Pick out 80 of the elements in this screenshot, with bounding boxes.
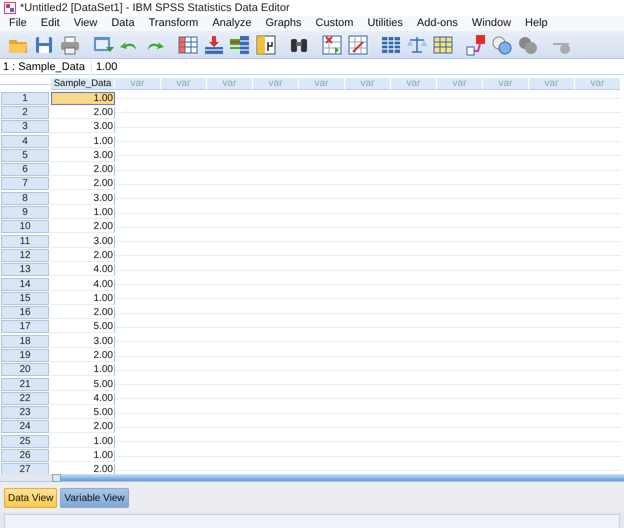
menu-item[interactable]: Graphs <box>258 17 309 30</box>
row-number[interactable]: 5 <box>1 148 49 162</box>
table-cell[interactable]: 2.00 <box>51 221 115 234</box>
spreadsheet-icon[interactable] <box>432 34 454 56</box>
table-cell[interactable]: 2.00 <box>51 307 115 320</box>
table-cell[interactable]: 1.00 <box>51 450 115 462</box>
menu-item[interactable]: Custom <box>308 17 360 30</box>
row-number[interactable]: 15 <box>1 292 49 305</box>
circles-icon[interactable] <box>491 34 513 56</box>
row-number[interactable]: 19 <box>1 349 49 362</box>
menu-item[interactable]: Utilities <box>360 17 410 30</box>
row-number[interactable]: 26 <box>1 449 49 462</box>
row-number[interactable]: 17 <box>1 320 49 334</box>
insert-case-icon[interactable] <box>321 34 343 56</box>
table-cell[interactable]: 1.00 <box>51 136 115 148</box>
table-cell[interactable]: 3.00 <box>51 150 115 162</box>
row-number[interactable]: 10 <box>1 220 49 234</box>
column-header[interactable]: Sample_Data <box>51 78 115 90</box>
table-cell[interactable]: 5.00 <box>51 407 115 420</box>
table-cell[interactable]: 1.00 <box>51 364 115 376</box>
mu-table-icon[interactable] <box>255 34 277 56</box>
menu-item[interactable]: View <box>66 17 104 30</box>
menu-item[interactable]: Edit <box>34 17 67 30</box>
row-number[interactable]: 6 <box>1 163 49 176</box>
menu-item[interactable]: Help <box>518 17 555 30</box>
table-cell[interactable]: 2.00 <box>51 164 115 176</box>
table-cell[interactable]: 1.00 <box>51 436 115 448</box>
row-number[interactable]: 8 <box>1 192 49 205</box>
row-number[interactable]: 21 <box>1 378 49 391</box>
row-number[interactable]: 14 <box>1 278 49 291</box>
menu-item[interactable]: Transform <box>142 17 206 30</box>
table-cell[interactable]: 2.00 <box>51 421 115 434</box>
row-number[interactable]: 27 <box>1 463 49 474</box>
row-number[interactable]: 24 <box>1 420 49 434</box>
cell-value-field[interactable]: 1.00 <box>92 60 118 73</box>
table-cell[interactable]: 3.00 <box>51 121 115 134</box>
menu-item[interactable]: Analyze <box>205 17 258 30</box>
row-number[interactable]: 2 <box>1 106 49 119</box>
row-number[interactable]: 22 <box>1 392 49 405</box>
row-number[interactable]: 1 <box>1 92 49 105</box>
menu-item[interactable]: Add-ons <box>410 17 465 30</box>
table-cell[interactable]: 5.00 <box>51 378 115 391</box>
table-cell[interactable]: 3.00 <box>51 336 115 348</box>
table-cell[interactable]: 4.00 <box>51 278 115 291</box>
menu-item[interactable]: Data <box>104 17 142 30</box>
table-cell[interactable]: 2.00 <box>51 106 115 119</box>
row-number[interactable]: 13 <box>1 263 49 276</box>
view-tab[interactable]: Data View <box>4 488 58 508</box>
table-cell[interactable]: 1.00 <box>51 292 115 305</box>
row-number[interactable]: 20 <box>1 363 49 376</box>
row-number[interactable]: 25 <box>1 434 49 448</box>
menu-item[interactable]: Window <box>464 17 518 30</box>
table-cell[interactable]: 2.00 <box>51 350 115 362</box>
row-number[interactable]: 18 <box>1 334 49 348</box>
row-number[interactable]: 16 <box>1 306 49 320</box>
menu-item[interactable]: File <box>2 17 34 30</box>
row-number[interactable]: 7 <box>1 177 49 190</box>
row-number[interactable]: 23 <box>1 406 49 420</box>
table-cell[interactable]: 1.00 <box>51 207 115 220</box>
table-cell[interactable]: 4.00 <box>51 264 115 276</box>
cell-name-field[interactable]: 1 : Sample_Data <box>0 60 92 73</box>
view-tab[interactable]: Variable View <box>60 488 129 508</box>
variables-icon[interactable] <box>229 34 251 56</box>
table-cell[interactable]: 3.00 <box>51 192 115 205</box>
printer-icon[interactable] <box>59 34 81 56</box>
row-number[interactable]: 12 <box>1 248 49 262</box>
table-cell[interactable]: 4.00 <box>51 392 115 405</box>
row-number[interactable]: 4 <box>1 134 49 148</box>
row-number[interactable]: 9 <box>1 206 49 220</box>
row-number[interactable]: 11 <box>1 234 49 248</box>
download-table-icon[interactable] <box>203 34 225 56</box>
table-cell[interactable]: 2.00 <box>51 178 115 190</box>
table-cell[interactable]: 2.00 <box>51 250 115 262</box>
value-labels-icon[interactable] <box>465 34 487 56</box>
window-title: *Untitled2 [DataSet1] - IBM SPSS Statistics Data Editor <box>20 2 290 14</box>
row-number[interactable]: 3 <box>1 120 49 134</box>
table-cell[interactable]: 1.00 <box>51 92 115 106</box>
table-cell[interactable]: 5.00 <box>51 321 115 334</box>
chart-table-icon[interactable] <box>347 34 369 56</box>
table-cell[interactable]: 3.00 <box>51 236 115 248</box>
